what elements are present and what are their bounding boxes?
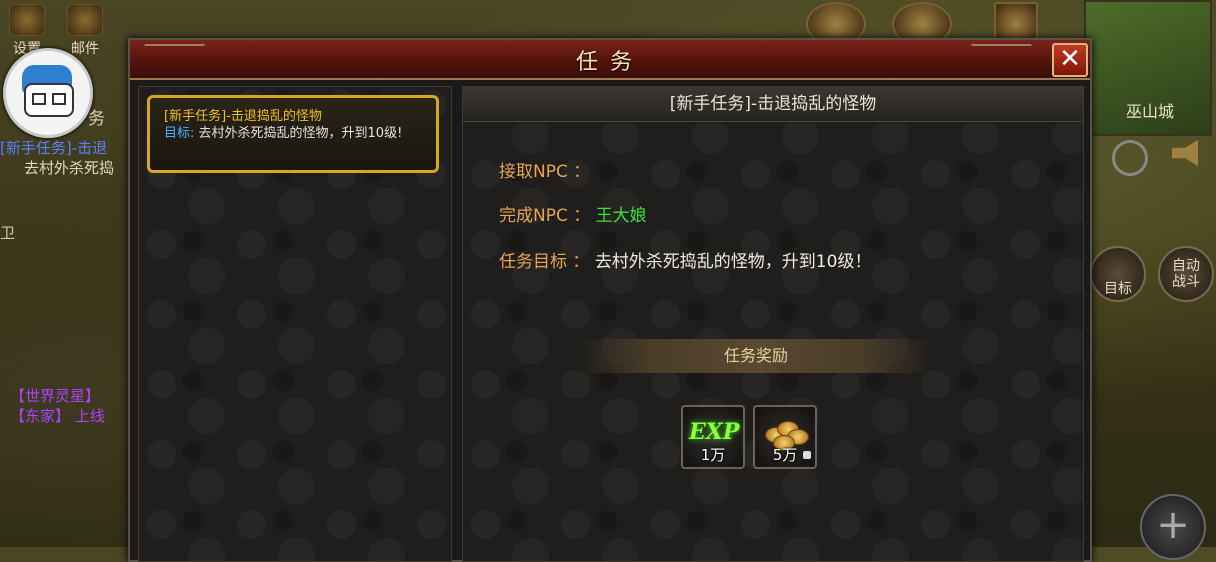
expand-button[interactable]: + — [1140, 494, 1206, 560]
complete-npc-value[interactable]: 王大娘 — [596, 206, 647, 226]
quest-detail-title: [新手任务]-击退捣乱的怪物 — [463, 87, 1083, 122]
avatar-eye-left — [32, 93, 46, 105]
right-hud: 巫山城 目标 自动 战斗 — [1084, 0, 1216, 547]
close-icon: ✕ — [1059, 44, 1081, 74]
auto-battle-button[interactable]: 自动 战斗 — [1158, 246, 1214, 302]
chat-line: 【世界灵星】 — [10, 387, 101, 405]
complete-npc-label: 完成NPC ： — [499, 206, 591, 226]
objective-value: 去村外杀死捣乱的怪物，升到10级！ — [594, 252, 872, 272]
complete-npc-row: 完成NPC ： 王大娘 — [499, 201, 647, 226]
reward-exp-slot[interactable]: EXP 1万 — [681, 405, 745, 469]
side-tab-label[interactable]: 务 — [88, 104, 105, 129]
top-right-hud — [806, 2, 1056, 46]
target-label: 目标 — [1104, 281, 1132, 297]
quest-list-item[interactable]: [新手任务]-击退捣乱的怪物 目标: 去村外杀死捣乱的怪物，升到10级! — [147, 95, 439, 173]
quest-detail-panel: [新手任务]-击退捣乱的怪物 接取NPC ： 完成NPC ： 王大娘 任务目标 … — [462, 86, 1084, 562]
objective-label: 任务目标 ： — [499, 252, 590, 272]
reward-exp-amount: 1万 — [700, 446, 726, 464]
side-quest-title: [新手任务]-击退 — [0, 139, 108, 157]
reward-coins-slot[interactable]: 5万 — [753, 405, 817, 469]
accept-npc-row: 接取NPC ： — [499, 157, 590, 182]
quest-item-goal: 目标: 去村外杀死捣乱的怪物，升到10级! — [164, 125, 422, 142]
minimap-city-name: 巫山城 — [1126, 102, 1175, 121]
gear-icon — [9, 4, 45, 36]
magnifier-icon[interactable] — [1112, 140, 1148, 176]
chat-line: 【东家】 上线 — [10, 407, 105, 425]
reward-coins-amount: 5万 — [772, 446, 798, 464]
dialog-titlebar: 任务 ✕ — [126, 40, 1090, 80]
accept-npc-label: 接取NPC ： — [499, 162, 591, 182]
mail-icon — [67, 4, 103, 36]
side-quest-desc: 去村外杀死捣 — [24, 159, 115, 177]
player-avatar[interactable] — [3, 48, 93, 138]
avatar-face — [24, 83, 74, 117]
dialog-title: 任务 — [575, 50, 644, 75]
avatar-eye-right — [52, 93, 66, 105]
quest-dialog: 任务 ✕ [新手任务]-击退捣乱的怪物 目标: 去村外杀死捣乱的怪物，升到10级… — [126, 38, 1092, 562]
quest-item-goal-text: 去村外杀死捣乱的怪物，升到10级! — [198, 126, 403, 141]
quest-item-name: [新手任务]-击退捣乱的怪物 — [164, 109, 322, 124]
quest-item-goal-label: 目标: — [164, 126, 195, 141]
side-quest-tracker[interactable]: [新手任务]-击退 去村外杀死捣 — [0, 138, 128, 178]
exp-icon: EXP — [689, 419, 740, 445]
target-button[interactable]: 目标 — [1090, 246, 1146, 302]
close-button[interactable]: ✕ — [1052, 43, 1088, 77]
chat-feed: 【世界灵星】 【东家】 上线 — [10, 386, 105, 426]
mail-label: 邮件 — [71, 41, 99, 57]
speaker-icon[interactable] — [1172, 140, 1198, 166]
reward-section-title: 任务奖励 — [581, 339, 931, 373]
objective-row: 任务目标 ： 去村外杀死捣乱的怪物，升到10级！ — [499, 247, 871, 272]
auto-battle-label: 自动 战斗 — [1172, 258, 1200, 290]
quest-list-panel: [新手任务]-击退捣乱的怪物 目标: 去村外杀死捣乱的怪物，升到10级! — [138, 86, 452, 562]
side-text: 卫 — [0, 224, 16, 242]
minimap[interactable]: 巫山城 — [1084, 0, 1212, 136]
